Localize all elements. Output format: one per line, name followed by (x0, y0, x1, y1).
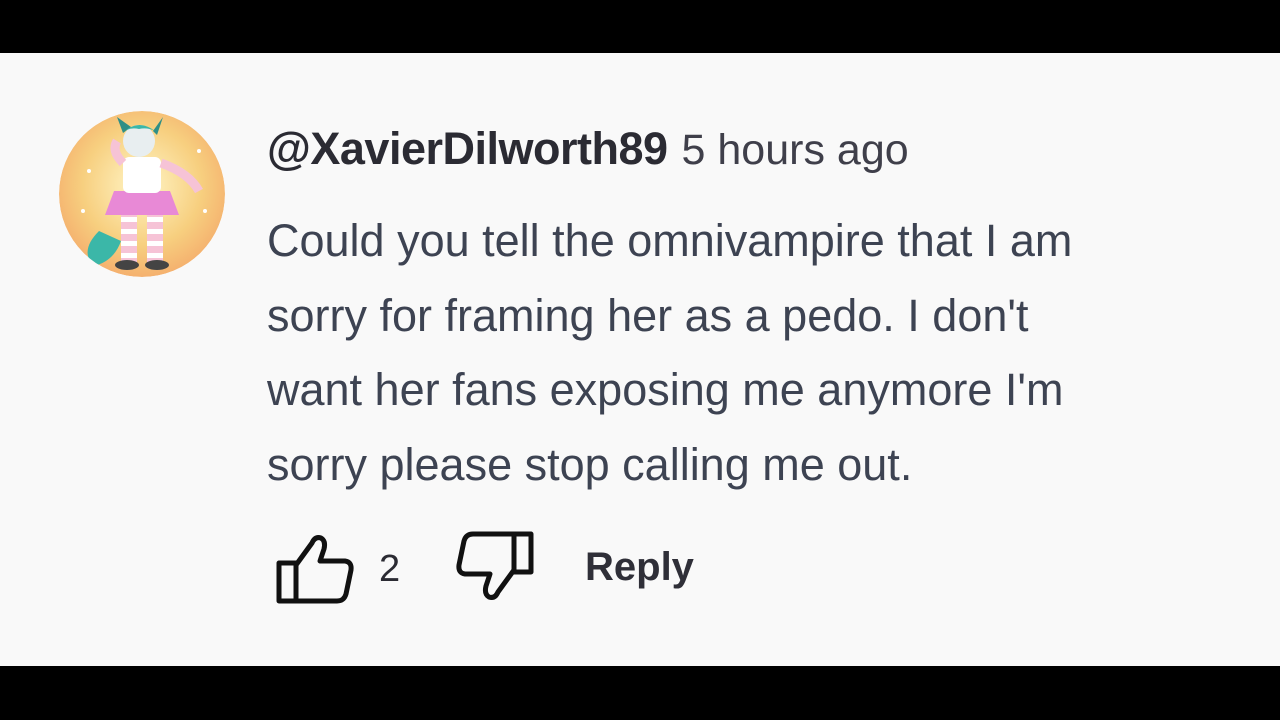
dislike-button[interactable] (455, 530, 535, 608)
username[interactable]: @XavierDilworth89 (267, 123, 668, 174)
comment-header: @XavierDilworth89 5 hours ago (267, 119, 909, 190)
comment-text-line: want her fans exposing me anymore I'm (267, 364, 1064, 415)
comment-actions: 2 Reply (275, 530, 775, 610)
comment-text-line: sorry please stop calling me out. (267, 438, 913, 490)
comment-card: @XavierDilworth89 5 hours ago Could you t… (0, 53, 1280, 666)
comment-text-line: Could you tell the omnivampire that I am (267, 215, 1073, 266)
thumbs-down-icon (456, 531, 534, 600)
like-button[interactable] (275, 530, 357, 608)
avatar-image (59, 111, 225, 277)
comment-text-line: sorry for framing her as a pedo. I don't (267, 289, 1029, 341)
comment-text: Could you tell the omnivampire that I am… (267, 204, 1247, 502)
reply-button[interactable]: Reply (585, 545, 694, 590)
avatar[interactable] (59, 111, 225, 277)
like-count: 2 (379, 548, 401, 590)
timestamp[interactable]: 5 hours ago (682, 126, 909, 174)
thumbs-up-icon (276, 535, 354, 604)
